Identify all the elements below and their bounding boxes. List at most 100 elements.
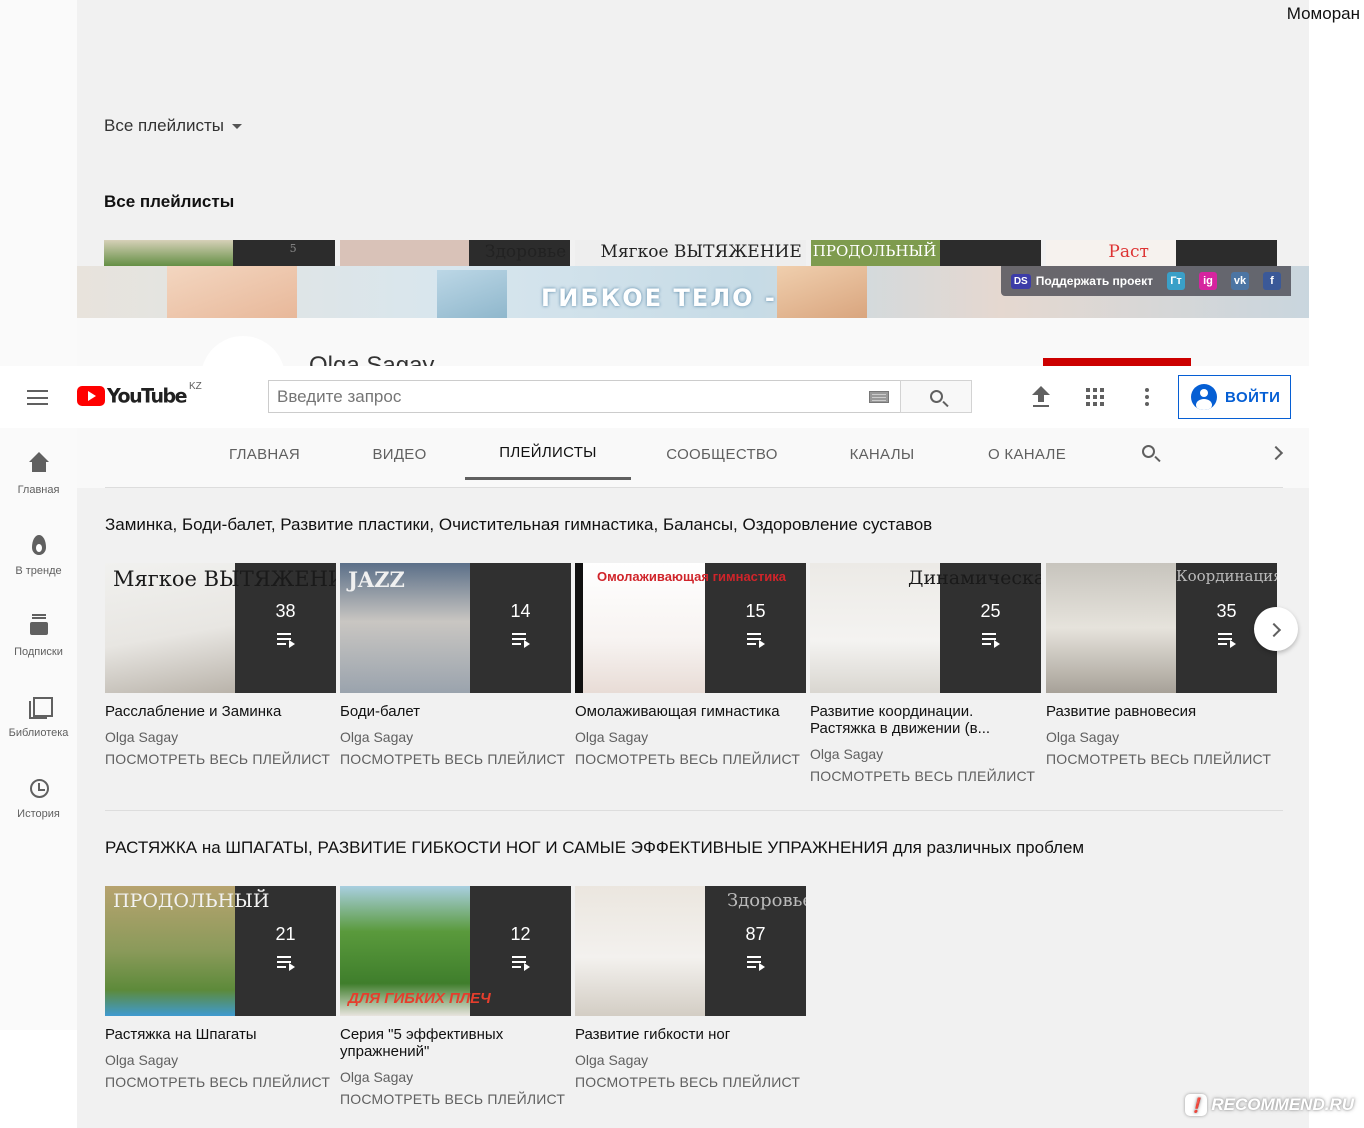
history-icon	[27, 776, 51, 800]
background-thumb[interactable]: 5	[104, 240, 335, 268]
playlist-card[interactable]: Динамическая 25 Развитие координации. Ра…	[810, 563, 1041, 784]
playlist-owner[interactable]: Olga Sagay	[340, 729, 571, 745]
background-thumb[interactable]: ПРОДОЛЬНЫЙ	[810, 240, 1042, 268]
view-full-playlist-link[interactable]: ПОСМОТРЕТЬ ВЕСЬ ПЛЕЙЛИСТ	[575, 1074, 806, 1090]
instagram-icon[interactable]: ig	[1199, 272, 1217, 290]
playlist-thumbnail[interactable]: Динамическая 25	[810, 563, 1041, 693]
tab-videos[interactable]: ВИДЕО	[357, 428, 442, 480]
channel-search-icon[interactable]	[1142, 445, 1155, 458]
guide-item-history[interactable]: История	[0, 764, 77, 845]
video-count: 38	[275, 601, 296, 621]
video-count: 15	[745, 601, 766, 621]
playlist-thumbnail[interactable]: Мягкое ВЫТЯЖЕНИЕ 38	[105, 563, 336, 693]
channel-content: ГЛАВНАЯ ВИДЕО ПЛЕЙЛИСТЫ СООБЩЕСТВО КАНАЛ…	[77, 428, 1309, 1128]
playlist-owner[interactable]: Olga Sagay	[810, 746, 1041, 762]
video-count: 35	[1216, 601, 1237, 621]
channel-name: Olga Sagay	[309, 352, 435, 366]
playlist-thumbnail[interactable]: JAZZ 14	[340, 563, 571, 693]
sign-in-button[interactable]: ВОЙТИ	[1178, 375, 1291, 419]
tabs-divider	[105, 487, 1283, 488]
playlist-play-icon	[747, 633, 765, 648]
tabs-next-icon[interactable]	[1268, 445, 1284, 461]
video-count: 14	[510, 601, 531, 621]
shelf-title[interactable]: РАСТЯЖКА на ШПАГАТЫ, РАЗВИТИЕ ГИБКОСТИ Н…	[105, 838, 1084, 858]
playlist-owner[interactable]: Olga Sagay	[1046, 729, 1277, 745]
playlist-title[interactable]: Серия "5 эффективных упражнений"	[340, 1026, 571, 1060]
apps-grid-icon[interactable]	[1086, 388, 1104, 406]
playlists-filter-dropdown[interactable]: Все плейлисты	[104, 116, 243, 136]
view-full-playlist-link[interactable]: ПОСМОТРЕТЬ ВЕСЬ ПЛЕЙЛИСТ	[340, 751, 571, 767]
guide-item-subscriptions[interactable]: Подписки	[0, 602, 77, 683]
background-thumb[interactable]: Здоровье	[339, 240, 571, 268]
recommend-logo-icon: ❗	[1185, 1094, 1208, 1116]
search-button[interactable]	[900, 380, 972, 413]
more-vert-icon[interactable]	[1145, 388, 1149, 406]
search-input[interactable]	[269, 381, 869, 412]
view-full-playlist-link[interactable]: ПОСМОТРЕТЬ ВЕСЬ ПЛЕЙЛИСТ	[340, 1091, 571, 1107]
playlist-thumbnail[interactable]: Здоровье 87	[575, 886, 806, 1016]
playlist-thumbnail[interactable]: ПРОДОЛЬНЫЙ 21	[105, 886, 336, 1016]
playlist-title[interactable]: Омолаживающая гимнастика	[575, 703, 806, 720]
home-icon	[27, 452, 51, 476]
playlist-card[interactable]: Здоровье 87 Развитие гибкости ног Olga S…	[575, 886, 806, 1090]
view-full-playlist-link[interactable]: ПОСМОТРЕТЬ ВЕСЬ ПЛЕЙЛИСТ	[105, 751, 336, 767]
menu-icon[interactable]	[27, 390, 48, 405]
tab-playlists[interactable]: ПЛЕЙЛИСТЫ	[465, 428, 631, 480]
playlist-thumbnail[interactable]: ДЛЯ ГИБКИХ ПЛЕЧ 12	[340, 886, 571, 1016]
playlist-owner[interactable]: Olga Sagay	[340, 1069, 571, 1085]
playlist-owner[interactable]: Olga Sagay	[105, 729, 336, 745]
youtube-logo[interactable]: YouTube KZ	[77, 381, 202, 408]
search-box	[268, 380, 901, 413]
tab-home[interactable]: ГЛАВНАЯ	[217, 428, 312, 480]
tab-about[interactable]: О КАНАЛЕ	[977, 428, 1077, 480]
playlist-title[interactable]: Боди-балет	[340, 703, 571, 720]
guide-item-home[interactable]: Главная	[0, 440, 77, 521]
playlist-play-icon	[277, 956, 295, 971]
background-thumb[interactable]: Раст	[1046, 240, 1277, 268]
ds-icon: DS	[1010, 273, 1031, 289]
vk-icon[interactable]: vk	[1231, 272, 1249, 290]
playlist-thumbnail[interactable]: Координация 35	[1046, 563, 1277, 693]
view-full-playlist-link[interactable]: ПОСМОТРЕТЬ ВЕСЬ ПЛЕЙЛИСТ	[810, 768, 1041, 784]
view-full-playlist-link[interactable]: ПОСМОТРЕТЬ ВЕСЬ ПЛЕЙЛИСТ	[575, 751, 806, 767]
playlist-play-icon	[277, 633, 295, 648]
masthead: YouTube KZ ВОЙТИ	[0, 366, 1310, 428]
channel-avatar[interactable]	[201, 336, 285, 366]
playlist-title[interactable]: Развитие равновесия	[1046, 703, 1277, 720]
playlist-thumbnail[interactable]: Омолаживающая гимнастика 15	[575, 563, 806, 693]
playlist-card[interactable]: ПРОДОЛЬНЫЙ 21 Растяжка на Шпагаты Olga S…	[105, 886, 336, 1090]
playlist-play-icon	[982, 633, 1000, 648]
playlist-card[interactable]: Координация 35 Развитие равновесия Olga …	[1046, 563, 1277, 767]
playlist-title[interactable]: Расслабление и Заминка	[105, 703, 336, 720]
upload-icon[interactable]	[1031, 386, 1051, 408]
tab-channels[interactable]: КАНАЛЫ	[837, 428, 927, 480]
playlist-title[interactable]: Развитие координации. Растяжка в движени…	[810, 703, 1041, 737]
playlist-card[interactable]: Мягкое ВЫТЯЖЕНИЕ 38 Расслабление и Замин…	[105, 563, 336, 767]
background-thumb[interactable]: Мягкое ВЫТЯЖЕНИЕ	[575, 240, 806, 268]
playlist-card[interactable]: JAZZ 14 Боди-балет Olga Sagay ПОСМОТРЕТЬ…	[340, 563, 571, 767]
playlist-owner[interactable]: Olga Sagay	[105, 1052, 336, 1068]
keyboard-icon[interactable]	[869, 390, 889, 403]
playlist-card[interactable]: ДЛЯ ГИБКИХ ПЛЕЧ 12 Серия "5 эффективных …	[340, 886, 571, 1107]
guide-item-library[interactable]: Библиотека	[0, 683, 77, 764]
playlist-title[interactable]: Развитие гибкости ног	[575, 1026, 806, 1043]
shelf-title[interactable]: Заминка, Боди-балет, Развитие пластики, …	[105, 515, 932, 535]
facebook-icon[interactable]: f	[1263, 272, 1281, 290]
video-count: 21	[275, 924, 296, 944]
account-icon	[1191, 384, 1217, 410]
playlist-owner[interactable]: Olga Sagay	[575, 1052, 806, 1068]
guide-item-trending[interactable]: В тренде	[0, 521, 77, 602]
playlist-title[interactable]: Растяжка на Шпагаты	[105, 1026, 336, 1043]
trending-icon	[27, 533, 51, 557]
playlist-card[interactable]: Омолаживающая гимнастика 15 Омолаживающа…	[575, 563, 806, 767]
video-count: 12	[510, 924, 531, 944]
view-full-playlist-link[interactable]: ПОСМОТРЕТЬ ВЕСЬ ПЛЕЙЛИСТ	[105, 1074, 336, 1090]
shelf-divider	[105, 810, 1283, 811]
view-full-playlist-link[interactable]: ПОСМОТРЕТЬ ВЕСЬ ПЛЕЙЛИСТ	[1046, 751, 1277, 767]
tab-community[interactable]: СООБЩЕСТВО	[662, 428, 782, 480]
support-project-link[interactable]: DS Поддержать проект	[1010, 273, 1153, 289]
playlist-owner[interactable]: Olga Sagay	[575, 729, 806, 745]
playlists-filter-label: Все плейлисты	[104, 116, 225, 135]
social-gt-icon[interactable]: Гт	[1167, 272, 1185, 290]
subscribe-button[interactable]	[1043, 358, 1191, 366]
